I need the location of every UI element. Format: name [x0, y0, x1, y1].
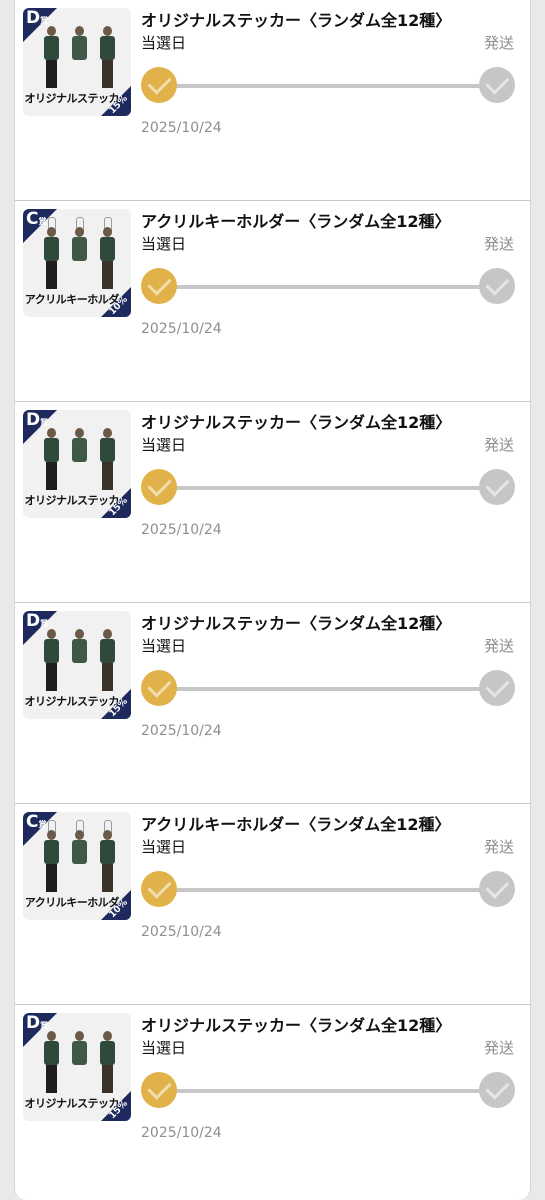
figures-group	[43, 1025, 127, 1093]
prize-item[interactable]: C賞 アクリルキーホルダー 10% アクリルキーホルダー〈ランダム全12種〉 当…	[15, 201, 530, 402]
step-pending-icon	[479, 1072, 515, 1108]
selected-date: 2025/10/24	[141, 924, 222, 940]
grade-letter: D	[26, 410, 41, 430]
figure-illustration	[99, 428, 115, 490]
figure-illustration	[99, 629, 115, 691]
step-complete-icon	[141, 67, 177, 103]
prize-thumbnail[interactable]: D賞 オリジナルステッカー 15%	[23, 611, 131, 719]
grade-letter: C	[26, 209, 39, 229]
check-icon	[146, 1075, 172, 1100]
figure-illustration	[43, 629, 59, 691]
figure-illustration	[43, 820, 59, 892]
check-icon	[146, 874, 172, 899]
selected-date-label: 当選日	[141, 637, 187, 655]
progress-track	[158, 84, 493, 88]
prize-thumbnail[interactable]: C賞 アクリルキーホルダー 10%	[23, 812, 131, 920]
figures-group	[43, 20, 127, 88]
progress-track	[158, 486, 493, 490]
figures-group	[43, 422, 127, 490]
figure-illustration	[71, 428, 87, 490]
prize-thumbnail[interactable]: C賞 アクリルキーホルダー 10%	[23, 209, 131, 317]
step-complete-icon	[141, 871, 177, 907]
prize-title: オリジナルステッカー〈ランダム全12種〉	[141, 11, 452, 30]
figure-illustration	[71, 629, 87, 691]
selected-date: 2025/10/24	[141, 321, 222, 337]
check-icon	[484, 472, 510, 497]
selected-date: 2025/10/24	[141, 723, 222, 739]
progress-track	[158, 687, 493, 691]
progress-track	[158, 285, 493, 289]
figure-illustration	[99, 26, 115, 88]
selected-date-label: 当選日	[141, 436, 187, 454]
grade-letter: D	[26, 8, 41, 28]
progress-track	[158, 888, 493, 892]
figure-illustration	[99, 820, 115, 892]
selected-date-label: 当選日	[141, 34, 187, 52]
step-pending-icon	[479, 268, 515, 304]
step-pending-icon	[479, 469, 515, 505]
figure-illustration	[43, 1031, 59, 1093]
check-icon	[146, 70, 172, 95]
step-pending-icon	[479, 670, 515, 706]
shipping-label: 発送	[483, 34, 514, 52]
selected-date: 2025/10/24	[141, 1125, 222, 1141]
check-icon	[484, 271, 510, 296]
prize-thumbnail[interactable]: D賞 オリジナルステッカー 15%	[23, 1013, 131, 1121]
step-complete-icon	[141, 670, 177, 706]
selected-date: 2025/10/24	[141, 120, 222, 136]
figure-illustration	[71, 26, 87, 88]
prize-item[interactable]: D賞 オリジナルステッカー 15% オリジナルステッカー〈ランダム全12種〉 当…	[15, 603, 530, 804]
progress-track	[158, 1089, 493, 1093]
prize-title: オリジナルステッカー〈ランダム全12種〉	[141, 1016, 452, 1035]
shipping-label: 発送	[483, 637, 514, 655]
figure-illustration	[99, 217, 115, 289]
figure-illustration	[71, 820, 87, 892]
check-icon	[146, 472, 172, 497]
check-icon	[484, 1075, 510, 1100]
prize-title: オリジナルステッカー〈ランダム全12種〉	[141, 413, 452, 432]
prize-title: アクリルキーホルダー〈ランダム全12種〉	[141, 815, 451, 834]
figures-group	[43, 820, 127, 892]
check-icon	[146, 673, 172, 698]
figure-illustration	[99, 1031, 115, 1093]
figures-group	[43, 623, 127, 691]
figures-group	[43, 217, 127, 289]
figure-illustration	[43, 217, 59, 289]
shipping-label: 発送	[483, 1039, 514, 1057]
prize-item[interactable]: C賞 アクリルキーホルダー 10% アクリルキーホルダー〈ランダム全12種〉 当…	[15, 804, 530, 1005]
prize-thumbnail[interactable]: D賞 オリジナルステッカー 15%	[23, 8, 131, 116]
selected-date-label: 当選日	[141, 235, 187, 253]
prize-item[interactable]: D賞 オリジナルステッカー 15% オリジナルステッカー〈ランダム全12種〉 当…	[15, 0, 530, 201]
step-complete-icon	[141, 1072, 177, 1108]
shipping-label: 発送	[483, 436, 514, 454]
step-complete-icon	[141, 469, 177, 505]
step-pending-icon	[479, 67, 515, 103]
prize-title: オリジナルステッカー〈ランダム全12種〉	[141, 614, 452, 633]
check-icon	[146, 271, 172, 296]
prize-item[interactable]: D賞 オリジナルステッカー 15% オリジナルステッカー〈ランダム全12種〉 当…	[15, 1005, 530, 1200]
prize-thumbnail[interactable]: D賞 オリジナルステッカー 15%	[23, 410, 131, 518]
prize-item[interactable]: D賞 オリジナルステッカー 15% オリジナルステッカー〈ランダム全12種〉 当…	[15, 402, 530, 603]
order-status-list: D賞 オリジナルステッカー 15% オリジナルステッカー〈ランダム全12種〉 当…	[14, 0, 531, 1200]
grade-letter: D	[26, 1013, 41, 1033]
selected-date-label: 当選日	[141, 838, 187, 856]
shipping-label: 発送	[483, 235, 514, 253]
step-pending-icon	[479, 871, 515, 907]
check-icon	[484, 70, 510, 95]
figure-illustration	[71, 217, 87, 289]
check-icon	[484, 874, 510, 899]
grade-letter: D	[26, 611, 41, 631]
figure-illustration	[43, 26, 59, 88]
step-complete-icon	[141, 268, 177, 304]
figure-illustration	[71, 1031, 87, 1093]
grade-letter: C	[26, 812, 39, 832]
check-icon	[484, 673, 510, 698]
figure-illustration	[43, 428, 59, 490]
selected-date: 2025/10/24	[141, 522, 222, 538]
prize-title: アクリルキーホルダー〈ランダム全12種〉	[141, 212, 451, 231]
selected-date-label: 当選日	[141, 1039, 187, 1057]
shipping-label: 発送	[483, 838, 514, 856]
